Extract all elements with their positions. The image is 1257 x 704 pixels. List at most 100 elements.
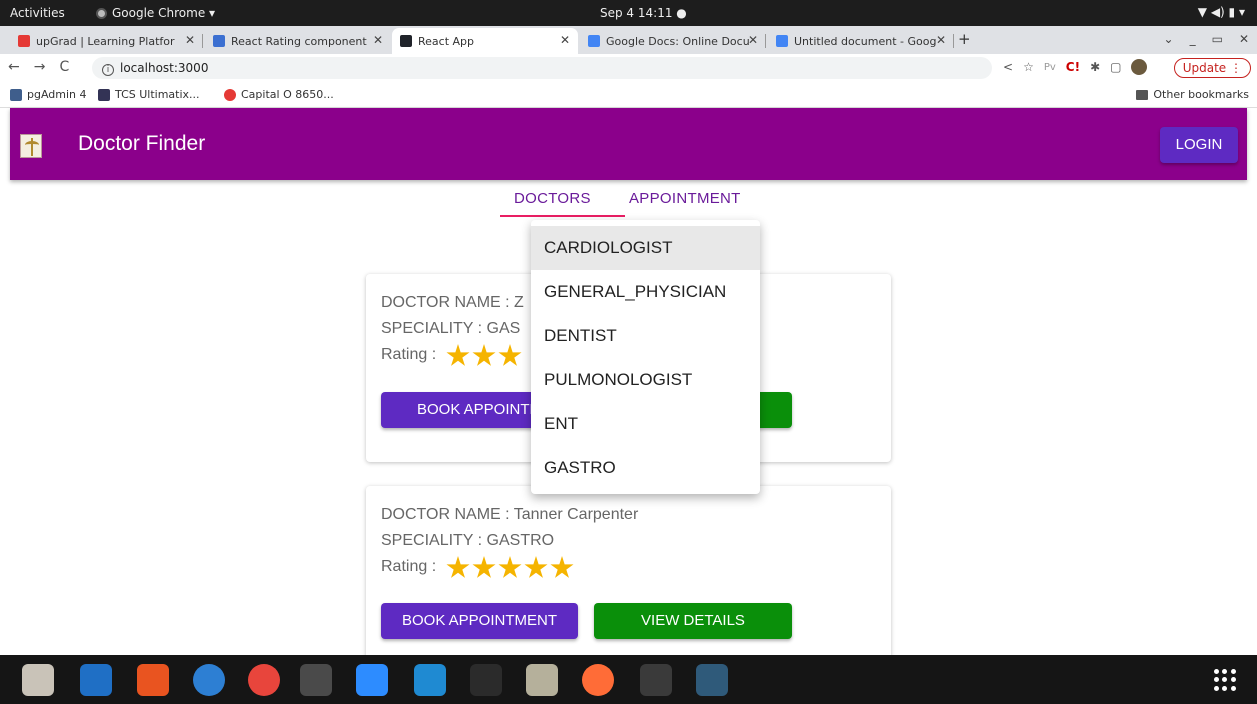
menu-item-dentist[interactable]: DENTIST xyxy=(531,314,760,358)
terminal-icon[interactable] xyxy=(640,664,672,696)
writer-icon[interactable] xyxy=(80,664,112,696)
docs-favicon-icon xyxy=(776,35,788,47)
app-menu[interactable]: Google Chrome ▾ xyxy=(96,6,215,20)
postman-icon[interactable] xyxy=(582,664,614,696)
tab-doctors[interactable]: DOCTORS xyxy=(514,190,591,207)
doctor-name: DOCTOR NAME : Tanner Carpenter xyxy=(381,506,639,523)
speciality-dropdown-menu: CARDIOLOGIST GENERAL_PHYSICIAN DENTIST P… xyxy=(531,220,760,494)
update-button[interactable]: Update ⋮ xyxy=(1173,58,1251,78)
tab-label: Untitled document - Goog xyxy=(794,34,937,48)
files-icon[interactable] xyxy=(22,664,54,696)
archive-icon[interactable] xyxy=(526,664,558,696)
system-tray[interactable]: ▼ ◀) ▮ ▾ xyxy=(1198,5,1245,19)
menu-item-general-physician[interactable]: GENERAL_PHYSICIAN xyxy=(531,270,760,314)
star-icon[interactable] xyxy=(498,344,522,366)
tab-search-icon[interactable]: ⌄ xyxy=(1164,32,1174,46)
star-icon[interactable] xyxy=(550,556,574,578)
close-tab-icon[interactable]: ✕ xyxy=(933,33,946,47)
close-tab-icon[interactable]: ✕ xyxy=(745,33,758,47)
ci-extension-icon[interactable]: C! xyxy=(1066,60,1080,74)
tab-label: upGrad | Learning Platfor xyxy=(36,34,175,48)
zoom-icon[interactable] xyxy=(356,664,388,696)
caduceus-logo-icon xyxy=(20,134,42,158)
window-controls: ⌄ _ ▭ ✕ xyxy=(1164,32,1249,46)
share-icon[interactable]: < xyxy=(1003,60,1013,74)
doctor-name: DOCTOR NAME : Z xyxy=(381,294,524,311)
app-header: Doctor Finder LOGIN xyxy=(10,108,1247,180)
minimize-icon[interactable]: _ xyxy=(1190,32,1196,46)
react-favicon-icon xyxy=(400,35,412,47)
other-bookmarks[interactable]: Other bookmarks xyxy=(1136,88,1249,101)
other-bookmarks-label: Other bookmarks xyxy=(1153,88,1249,101)
bookmark-capital-o[interactable]: Capital O 8650... xyxy=(224,88,334,101)
back-icon[interactable]: ← xyxy=(8,59,20,75)
tab-indicator xyxy=(500,215,625,217)
help-icon[interactable] xyxy=(193,664,225,696)
forward-icon[interactable]: → xyxy=(34,59,46,75)
browser-tab[interactable]: React Rating component ✕ xyxy=(205,28,391,54)
close-tab-icon[interactable]: ✕ xyxy=(182,33,195,47)
folder-icon xyxy=(1136,89,1149,100)
pgadmin-icon xyxy=(10,88,22,101)
app-center-icon[interactable] xyxy=(137,664,169,696)
browser-tab-active[interactable]: React App ✕ xyxy=(392,28,578,54)
star-icon[interactable] xyxy=(472,344,496,366)
app-tabs: DOCTORS APPOINTMENT xyxy=(0,186,1257,220)
nav-buttons: ← → C xyxy=(8,59,69,75)
profile-avatar-icon[interactable] xyxy=(1131,59,1148,75)
star-icon[interactable] xyxy=(446,556,470,578)
doctor-speciality: SPECIALITY : GAS xyxy=(381,320,521,337)
sidepanel-icon[interactable]: ▢ xyxy=(1110,60,1121,74)
bookmark-label: pgAdmin 4 xyxy=(27,88,87,101)
chrome-icon[interactable] xyxy=(248,664,280,696)
tcs-icon xyxy=(98,88,110,101)
bookmark-pgadmin[interactable]: pgAdmin 4 xyxy=(10,88,87,101)
app-menu-label: Google Chrome ▾ xyxy=(112,6,216,20)
rating-label: Rating : xyxy=(381,558,437,575)
rating-label: Rating : xyxy=(381,346,437,363)
browser-tab[interactable]: upGrad | Learning Platfor ✕ xyxy=(10,28,203,54)
vscode-icon[interactable] xyxy=(414,664,446,696)
bookmark-label: Capital O 8650... xyxy=(241,88,334,101)
menu-item-pulmonologist[interactable]: PULMONOLOGIST xyxy=(531,358,760,402)
login-button[interactable]: LOGIN xyxy=(1160,127,1238,163)
close-tab-icon[interactable]: ✕ xyxy=(556,33,570,47)
star-icon[interactable] xyxy=(498,556,522,578)
extensions-icon[interactable]: ✱ xyxy=(1090,60,1100,74)
show-apps-icon[interactable] xyxy=(1214,669,1236,691)
intellij-icon[interactable] xyxy=(470,664,502,696)
star-icon[interactable]: ☆ xyxy=(1023,60,1034,74)
view-details-button[interactable]: VIEW DETAILS xyxy=(594,603,792,639)
info-icon[interactable]: i xyxy=(102,64,114,76)
tab-label: React Rating component xyxy=(231,34,367,48)
bookmark-tcs[interactable]: TCS Ultimatix... xyxy=(98,88,200,101)
pv-extension-icon[interactable]: Pv xyxy=(1044,62,1056,73)
menu-item-cardiologist[interactable]: CARDIOLOGIST xyxy=(531,226,760,270)
url-bar[interactable]: i localhost:3000 xyxy=(92,57,992,79)
mysql-workbench-icon[interactable] xyxy=(696,664,728,696)
app-title: Doctor Finder xyxy=(78,132,206,155)
browser-tab[interactable]: Google Docs: Online Docu ✕ xyxy=(580,28,766,54)
reload-icon[interactable]: C xyxy=(59,59,69,75)
tab-appointment[interactable]: APPOINTMENT xyxy=(629,190,741,207)
activities-button[interactable]: Activities xyxy=(10,6,65,20)
star-icon[interactable] xyxy=(446,344,470,366)
menu-item-ent[interactable]: ENT xyxy=(531,402,760,446)
address-bar-row: ← → C i localhost:3000 < ☆ Pv C! ✱ ▢ Upda… xyxy=(0,54,1257,82)
browser-tab[interactable]: Untitled document - Goog ✕ xyxy=(768,28,954,54)
star-icon[interactable] xyxy=(524,556,548,578)
chrome-icon xyxy=(96,7,107,19)
tab-label: React App xyxy=(418,34,475,48)
upgrad-favicon-icon xyxy=(18,35,30,47)
react-rating-favicon-icon xyxy=(213,35,225,47)
maximize-icon[interactable]: ▭ xyxy=(1212,32,1223,46)
new-tab-button[interactable]: + xyxy=(958,30,971,48)
star-icon[interactable] xyxy=(472,556,496,578)
close-tab-icon[interactable]: ✕ xyxy=(370,33,383,47)
close-window-icon[interactable]: ✕ xyxy=(1239,32,1249,46)
sublime-icon[interactable] xyxy=(300,664,332,696)
menu-item-gastro[interactable]: GASTRO xyxy=(531,446,760,490)
dock xyxy=(0,655,1257,704)
clock[interactable]: Sep 4 14:11 ● xyxy=(600,6,687,20)
book-appointment-button[interactable]: BOOK APPOINTMENT xyxy=(381,603,578,639)
